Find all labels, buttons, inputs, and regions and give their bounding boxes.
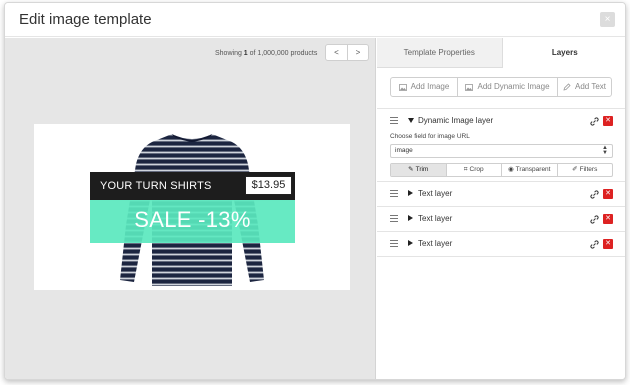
layer-header: Text layer ✕: [377, 182, 625, 206]
drag-handle-icon[interactable]: [390, 117, 398, 124]
price-tag: $13.95: [245, 176, 292, 195]
next-product-button[interactable]: >: [347, 45, 368, 60]
link-icon[interactable]: [590, 215, 599, 224]
delete-layer-button[interactable]: ✕: [603, 116, 613, 126]
caret-down-icon[interactable]: [408, 118, 414, 123]
eye-icon: ◉: [508, 166, 514, 173]
product-name-band: YOUR TURN SHIRTS $13.95: [90, 172, 295, 200]
crop-label: Crop: [469, 166, 484, 173]
product-name-text: YOUR TURN SHIRTS: [100, 180, 212, 192]
sale-text: SALE -13%: [134, 207, 251, 232]
add-image-label: Add Image: [410, 82, 450, 91]
layer-text: Text layer ✕: [377, 182, 625, 207]
transparent-label: Transparent: [515, 166, 551, 173]
edit-image-template-modal: Edit image template × Showing 1 of 1,000…: [4, 2, 626, 380]
image-url-field-label: Choose field for image URL: [390, 133, 470, 140]
delete-layer-button[interactable]: ✕: [603, 239, 613, 249]
layer-header: Text layer ✕: [377, 207, 625, 231]
settings-pane: Template Properties Layers Add Image Add…: [377, 38, 625, 379]
drag-handle-icon[interactable]: [390, 190, 398, 197]
layers-list: Dynamic Image layer ✕ Choose field for i…: [377, 108, 625, 257]
pencil-icon: [563, 83, 571, 91]
link-icon[interactable]: [590, 240, 599, 249]
drag-handle-icon[interactable]: [390, 215, 398, 222]
sale-band: SALE -13%: [90, 200, 295, 243]
modal-header: Edit image template ×: [5, 3, 625, 37]
image-options: ✎ Trim ⌗ Crop ◉ Transparent ✐ Filters: [390, 163, 613, 177]
layer-name: Text layer: [418, 239, 453, 248]
pagination-status: Showing 1 of 1,000,000 products: [215, 50, 317, 57]
layer-name: Dynamic Image layer: [418, 116, 494, 125]
tab-layers[interactable]: Layers: [502, 38, 625, 68]
layer-dynamic-image: Dynamic Image layer ✕ Choose field for i…: [377, 109, 625, 182]
settings-tabs: Template Properties Layers: [377, 38, 625, 68]
image-icon: [465, 83, 474, 91]
caret-right-icon[interactable]: [408, 215, 413, 221]
crop-icon: ⌗: [463, 166, 468, 173]
add-layer-toolbar: Add Image Add Dynamic Image Add Text: [390, 77, 612, 97]
pagination-prefix: Showing: [215, 50, 244, 57]
layer-name: Text layer: [418, 189, 453, 198]
filters-label: Filters: [579, 166, 598, 173]
tab-template-properties[interactable]: Template Properties: [377, 38, 503, 68]
add-text-button[interactable]: Add Text: [557, 78, 611, 96]
trim-label: Trim: [415, 166, 429, 173]
transparent-button[interactable]: ◉ Transparent: [501, 164, 557, 176]
layer-header: Text layer ✕: [377, 232, 625, 256]
layer-name: Text layer: [418, 214, 453, 223]
previous-product-button[interactable]: <: [326, 45, 347, 60]
trim-button[interactable]: ✎ Trim: [391, 164, 446, 176]
pagination-buttons: < >: [325, 44, 369, 61]
add-dynamic-image-label: Add Dynamic Image: [477, 82, 550, 91]
link-icon[interactable]: [590, 190, 599, 199]
close-button[interactable]: ×: [600, 12, 615, 27]
add-image-button[interactable]: Add Image: [391, 78, 457, 96]
pagination-suffix: of 1,000,000 products: [247, 50, 318, 57]
image-icon: [398, 83, 407, 91]
caret-right-icon[interactable]: [408, 190, 413, 196]
crop-button[interactable]: ⌗ Crop: [445, 164, 502, 176]
pencil-icon: ✎: [408, 166, 414, 173]
link-icon[interactable]: [590, 117, 599, 126]
add-text-label: Add Text: [575, 82, 606, 91]
layer-settings: Choose field for image URL image ▲ ▼ ✎ Tri…: [377, 133, 625, 181]
add-dynamic-image-button[interactable]: Add Dynamic Image: [457, 78, 557, 96]
caret-right-icon[interactable]: [408, 240, 413, 246]
chevron-up-down-icon: ▲ ▼: [602, 145, 608, 156]
modal-title: Edit image template: [19, 11, 152, 28]
image-url-field-select[interactable]: image ▲ ▼: [390, 144, 613, 158]
layer-text: Text layer ✕: [377, 207, 625, 232]
layer-header: Dynamic Image layer ✕: [377, 109, 625, 133]
image-url-field-value: image: [395, 147, 413, 154]
template-preview-canvas[interactable]: YOUR TURN SHIRTS $13.95 SALE -13%: [34, 124, 350, 290]
filters-button[interactable]: ✐ Filters: [556, 164, 613, 176]
drag-handle-icon[interactable]: [390, 240, 398, 247]
delete-layer-button[interactable]: ✕: [603, 189, 613, 199]
layer-text: Text layer ✕: [377, 232, 625, 257]
delete-layer-button[interactable]: ✕: [603, 214, 613, 224]
brush-icon: ✐: [572, 166, 578, 173]
preview-pane: Showing 1 of 1,000,000 products < > YOUR…: [5, 38, 376, 379]
